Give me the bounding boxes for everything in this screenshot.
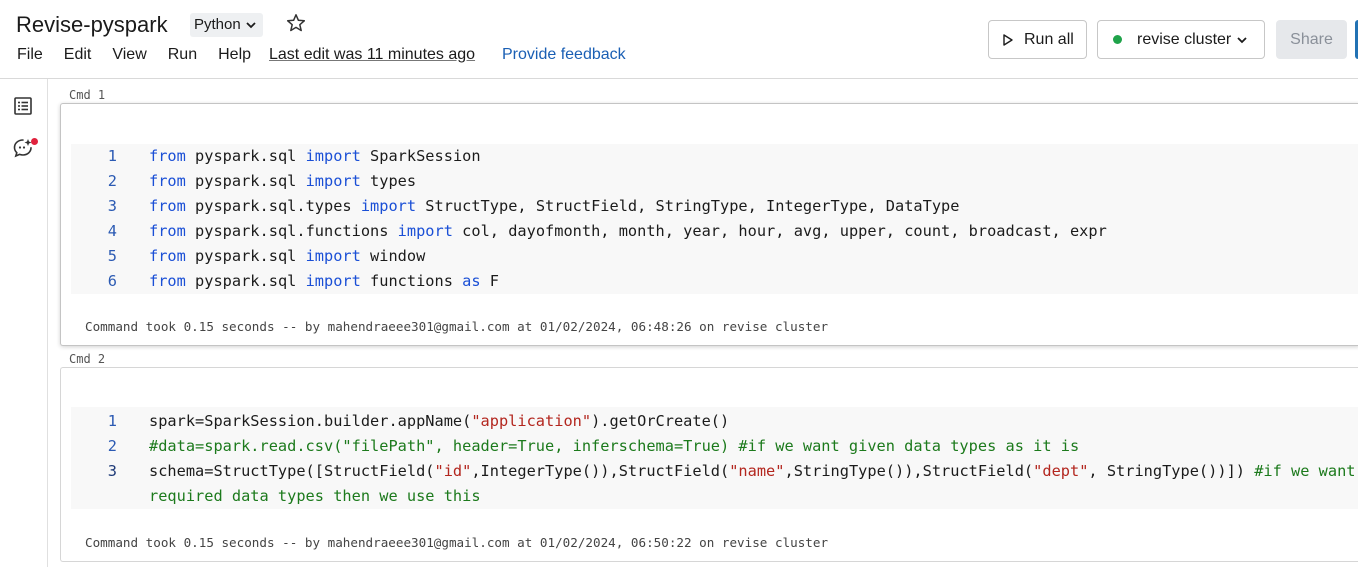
- code-text: required data types then we use this: [149, 484, 481, 509]
- chevron-down-icon: [1237, 36, 1247, 43]
- code-text: from pyspark.sql.functions import col, d…: [149, 219, 1107, 244]
- code-token: ,StringType()),StructField(: [784, 462, 1034, 480]
- code-token: pyspark.sql: [185, 172, 306, 190]
- code-token: SparkSession: [360, 147, 481, 165]
- run-all-label: Run all: [1024, 30, 1074, 48]
- line-number: 3: [107, 197, 117, 215]
- code-text: from pyspark.sql import SparkSession: [149, 144, 481, 169]
- chevron-down-icon: [246, 22, 256, 29]
- notebook-title[interactable]: Revise-pyspark: [16, 12, 168, 38]
- notification-dot: [31, 138, 38, 145]
- code-cell-2[interactable]: 1 spark=SparkSession.builder.appName("app…: [60, 367, 1358, 562]
- menu-help[interactable]: Help: [218, 46, 251, 64]
- code-token: from: [149, 147, 186, 165]
- menu-bar: File Edit View Run Help: [17, 46, 272, 64]
- line-number: 5: [107, 247, 117, 265]
- line-number: 1: [107, 412, 117, 430]
- code-text: schema=StructType([StructField("id",Inte…: [149, 459, 1358, 484]
- cell-2-label: Cmd 2: [69, 352, 106, 366]
- menu-run[interactable]: Run: [168, 46, 197, 64]
- code-token: import: [305, 247, 361, 265]
- cluster-status-dot: [1113, 35, 1122, 44]
- code-token: "dept": [1033, 462, 1089, 480]
- menu-edit[interactable]: Edit: [64, 46, 92, 64]
- code-token: pyspark.sql: [185, 247, 306, 265]
- code-token: functions: [360, 272, 463, 290]
- provide-feedback-link[interactable]: Provide feedback: [502, 46, 626, 64]
- code-token: ,IntegerType()),StructField(: [471, 462, 730, 480]
- cell-1-label: Cmd 1: [69, 88, 106, 102]
- code-token: pyspark.sql: [185, 272, 306, 290]
- code-text: from pyspark.sql.types import StructType…: [149, 194, 959, 219]
- code-token: from: [149, 172, 186, 190]
- code-text: from pyspark.sql import window: [149, 244, 425, 269]
- code-token: import: [305, 272, 361, 290]
- code-token: #if we want our: [1254, 462, 1356, 480]
- code-token: #data=spark.read.csv("filePath", header=…: [149, 437, 1080, 455]
- code-token: required data types then we use this: [149, 487, 481, 505]
- code-token: from: [149, 197, 186, 215]
- language-selector[interactable]: Python: [190, 13, 263, 37]
- code-text: #data=spark.read.csv("filePath", header=…: [149, 434, 1079, 459]
- code-token: "application": [471, 412, 592, 430]
- menu-view[interactable]: View: [112, 46, 146, 64]
- share-button[interactable]: Share: [1276, 20, 1347, 59]
- code-token: , StringType())]): [1088, 462, 1255, 480]
- code-token: import: [305, 147, 361, 165]
- line-number: 4: [107, 222, 117, 240]
- run-all-button[interactable]: Run all: [988, 20, 1087, 59]
- command-status: Command took 0.15 seconds -- by mahendra…: [85, 535, 829, 550]
- last-edit-link[interactable]: Last edit was 11 minutes ago: [269, 46, 475, 64]
- code-text: from pyspark.sql import types: [149, 169, 416, 194]
- code-token: spark=SparkSession.builder.appName(: [149, 412, 472, 430]
- code-cell-1[interactable]: 1 from pyspark.sql import SparkSession 2 f…: [60, 103, 1358, 346]
- menu-file[interactable]: File: [17, 46, 43, 64]
- code-text: from pyspark.sql import functions as F: [149, 269, 499, 294]
- line-number: 6: [107, 272, 117, 290]
- play-icon: [1003, 33, 1013, 46]
- code-token: from: [149, 272, 186, 290]
- code-token: pyspark.sql: [185, 147, 306, 165]
- code-token: StructType, StructField, StringType, Int…: [416, 197, 960, 215]
- code-token: from: [149, 222, 186, 240]
- line-number: 2: [107, 172, 117, 190]
- code-token: ).getOrCreate(): [591, 412, 730, 430]
- code-token: import: [360, 197, 417, 215]
- code-token: types: [360, 172, 417, 190]
- code-editor[interactable]: 1 from pyspark.sql import SparkSession 2 f…: [71, 144, 1358, 294]
- code-token: pyspark.sql.types: [185, 197, 361, 215]
- left-rail: [0, 79, 48, 567]
- code-token: import: [305, 172, 361, 190]
- language-label: Python: [194, 16, 241, 33]
- notebook-header: Revise-pyspark Python File Edit View Run…: [0, 0, 1358, 79]
- code-text: spark=SparkSession.builder.appName("appl…: [149, 409, 729, 434]
- cluster-name: revise cluster: [1137, 30, 1232, 48]
- code-token: as: [462, 272, 481, 290]
- code-token: schema=StructType([StructField(: [149, 462, 435, 480]
- code-token: "id": [434, 462, 472, 480]
- line-number: 2: [107, 437, 117, 455]
- code-token: import: [397, 222, 453, 240]
- code-token: from: [149, 247, 186, 265]
- code-token: window: [360, 247, 426, 265]
- code-token: F: [480, 272, 499, 290]
- table-of-contents-icon[interactable]: [12, 95, 34, 122]
- command-status: Command took 0.15 seconds -- by mahendra…: [85, 319, 829, 334]
- code-token: "name": [729, 462, 785, 480]
- line-number: 1: [107, 147, 117, 165]
- favorite-star-icon[interactable]: [286, 13, 306, 38]
- cluster-selector[interactable]: revise cluster: [1097, 20, 1265, 59]
- code-token: pyspark.sql.functions: [185, 222, 398, 240]
- line-number: 3: [107, 462, 117, 480]
- code-editor[interactable]: 1 spark=SparkSession.builder.appName("app…: [71, 407, 1358, 509]
- code-token: col, dayofmonth, month, year, hour, avg,…: [452, 222, 1107, 240]
